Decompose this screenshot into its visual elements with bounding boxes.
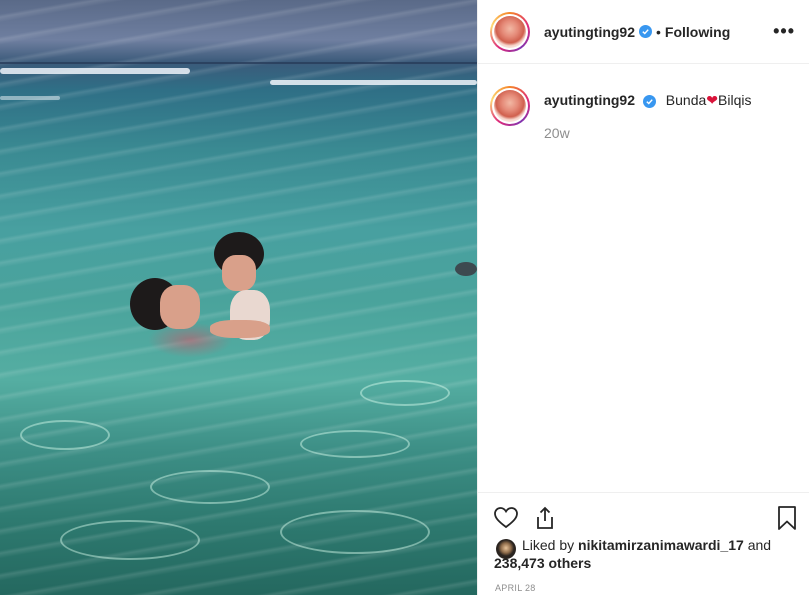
child-face [222, 255, 256, 291]
water-reflection [20, 420, 110, 450]
likes-count-line: 238,473 others [494, 554, 809, 572]
caption: ayutingting92 Bunda❤Bilqis 20w [478, 86, 809, 141]
water-reflection [150, 470, 270, 504]
wave-crest [270, 80, 477, 85]
caption-body: ayutingting92 Bunda❤Bilqis 20w [544, 92, 751, 141]
post-photo[interactable] [0, 0, 477, 595]
header-username[interactable]: ayutingting92 [544, 24, 635, 40]
likes-conjunction: and [747, 537, 772, 553]
liker-username[interactable]: nikitamirzanimawardi_17 [578, 537, 744, 553]
caption-username[interactable]: ayutingting92 [544, 92, 635, 108]
person-face [160, 285, 200, 329]
water-reflection [300, 430, 410, 458]
bookmark-icon[interactable] [774, 505, 800, 531]
verified-badge-icon [642, 94, 656, 108]
horizon-line [0, 62, 477, 64]
liked-by-prefix: Liked by [522, 537, 575, 553]
separator-dot: • [656, 23, 661, 40]
caption-timestamp[interactable]: 20w [544, 125, 751, 141]
verified-badge-icon [639, 25, 653, 38]
action-bar [478, 492, 809, 542]
arms [210, 320, 270, 338]
heart-emoji-icon: ❤ [706, 92, 719, 108]
liked-by-line: Liked by nikitamirzanimawardi_17 and [494, 536, 809, 554]
liker-avatar[interactable] [496, 539, 516, 559]
more-options-icon[interactable]: ••• [773, 22, 795, 40]
caption-text: Bunda❤Bilqis [665, 92, 752, 108]
rock [455, 262, 477, 276]
avatar[interactable] [490, 11, 530, 52]
post-date[interactable]: APRIL 28 [495, 583, 536, 593]
caption-avatar[interactable] [490, 86, 530, 126]
water-reflection [280, 510, 430, 554]
likes-section: Liked by nikitamirzanimawardi_17 and 238… [478, 536, 809, 572]
share-icon[interactable] [532, 505, 558, 531]
wave-crest [0, 96, 60, 100]
water-reflection [60, 520, 200, 560]
wave-crest [0, 68, 190, 74]
water-reflection [360, 380, 450, 406]
heart-outline-icon[interactable] [493, 505, 519, 531]
following-button[interactable]: Following [665, 24, 730, 40]
post-header: ayutingting92 • Following ••• [478, 0, 809, 64]
